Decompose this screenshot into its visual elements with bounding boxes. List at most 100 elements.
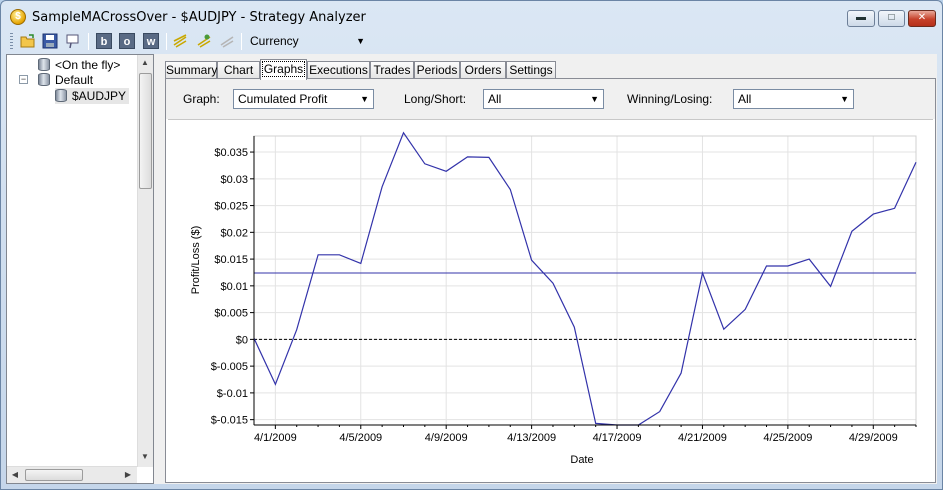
winning-losing-label: Winning/Losing: bbox=[627, 92, 713, 106]
x-tick-label: 4/25/2009 bbox=[763, 432, 812, 444]
o-button[interactable]: o bbox=[119, 33, 135, 49]
toolbar-separator bbox=[241, 33, 242, 50]
y-tick-label: $0.01 bbox=[220, 281, 248, 293]
y-tick-label: $0.025 bbox=[214, 201, 248, 213]
scroll-left-icon[interactable]: ◀ bbox=[8, 470, 22, 479]
winning-losing-dropdown[interactable]: All ▼ bbox=[733, 89, 854, 109]
cumulated-profit-chart: $-0.015 $-0.01 $-0.005 $0 $0.005 $0.01 $0.015 $… bbox=[168, 119, 933, 481]
chart-series bbox=[253, 131, 917, 426]
tab-trades[interactable]: Trades bbox=[370, 61, 414, 79]
y-tick-label: $0.035 bbox=[214, 147, 248, 159]
chevron-down-icon: ▼ bbox=[356, 36, 365, 46]
scroll-right-icon[interactable]: ▶ bbox=[121, 470, 135, 479]
scroll-thumb[interactable] bbox=[139, 73, 152, 189]
database-icon bbox=[55, 89, 67, 102]
tree-item-label: Default bbox=[55, 73, 94, 87]
y-tick-label: $-0.015 bbox=[211, 415, 248, 427]
toolbar-separator bbox=[88, 33, 89, 50]
window-title: SampleMACrossOver - $AUDJPY - Strategy A… bbox=[32, 10, 366, 25]
chevron-down-icon: ▼ bbox=[360, 94, 369, 104]
maximize-button[interactable]: □ bbox=[878, 10, 905, 27]
tab-periods[interactable]: Periods bbox=[414, 61, 460, 79]
backtest-icon[interactable] bbox=[196, 33, 212, 49]
tree-item-label: $AUDJPY bbox=[72, 89, 127, 103]
tab-executions[interactable]: Executions bbox=[307, 61, 370, 79]
reference-lines bbox=[254, 272, 916, 340]
x-tick-label: 4/13/2009 bbox=[507, 432, 556, 444]
tab-label: Executions bbox=[309, 63, 368, 77]
long-short-dropdown[interactable]: All ▼ bbox=[483, 89, 604, 109]
y-tick-label: $-0.005 bbox=[211, 361, 248, 373]
tab-chart[interactable]: Chart bbox=[217, 61, 260, 79]
tree-item-default[interactable]: Default bbox=[38, 72, 93, 88]
client-area: <On the fly> − Default $AUDJPY ▲ ▼ ◀ ▶ S… bbox=[6, 54, 937, 484]
y-tick-label: $0.015 bbox=[214, 254, 248, 266]
winning-losing-value: All bbox=[738, 92, 752, 106]
tab-label: Chart bbox=[223, 63, 254, 77]
long-short-label: Long/Short: bbox=[404, 92, 467, 106]
close-button[interactable]: ✕ bbox=[908, 10, 936, 27]
tree-vertical-scrollbar[interactable]: ▲ ▼ bbox=[137, 55, 153, 467]
tree-horizontal-scrollbar[interactable]: ◀ ▶ bbox=[7, 466, 137, 483]
x-tick-label: 4/29/2009 bbox=[849, 432, 898, 444]
y-tick-label: $0.03 bbox=[220, 174, 248, 186]
scroll-down-icon[interactable]: ▼ bbox=[138, 452, 152, 461]
currency-value: Currency bbox=[250, 34, 299, 48]
b-button[interactable]: b bbox=[96, 33, 112, 49]
y-tick-label: $0.005 bbox=[214, 308, 248, 320]
tree-item-on-the-fly[interactable]: <On the fly> bbox=[38, 57, 120, 73]
toolbar-separator bbox=[166, 33, 167, 50]
x-axis-title: Date bbox=[570, 454, 593, 466]
graph-label: Graph: bbox=[183, 92, 220, 106]
tab-settings[interactable]: Settings bbox=[506, 61, 556, 79]
tab-graphs[interactable]: Graphs bbox=[260, 59, 307, 80]
tree-item-audjpy[interactable]: $AUDJPY bbox=[55, 88, 130, 104]
chart-axes: $-0.015 $-0.01 $-0.005 $0 $0.005 $0.01 $0.015 $… bbox=[211, 136, 917, 444]
scroll-thumb[interactable] bbox=[25, 469, 83, 481]
tab-label: Settings bbox=[509, 63, 553, 77]
pin-icon[interactable] bbox=[65, 33, 81, 49]
tab-orders[interactable]: Orders bbox=[460, 61, 506, 79]
open-folder-icon[interactable] bbox=[20, 33, 36, 49]
tree-item-label: <On the fly> bbox=[55, 58, 121, 72]
tab-summary[interactable]: Summary bbox=[165, 61, 217, 79]
x-tick-label: 4/1/2009 bbox=[254, 432, 297, 444]
tab-label: Trades bbox=[373, 63, 411, 77]
database-icon bbox=[38, 73, 50, 86]
tab-label: Periods bbox=[416, 63, 458, 77]
w-button[interactable]: w bbox=[143, 33, 159, 49]
chart-svg: $-0.015 $-0.01 $-0.005 $0 $0.005 $0.01 $0.015 $… bbox=[190, 131, 917, 466]
optimize-icon[interactable] bbox=[172, 33, 188, 49]
toolbar-grip[interactable] bbox=[10, 33, 13, 49]
graph-filter-bar: Graph: Cumulated Profit ▼ Long/Short: Al… bbox=[166, 79, 935, 119]
x-tick-label: 4/17/2009 bbox=[593, 432, 642, 444]
minimize-button[interactable]: ▬ bbox=[847, 10, 875, 27]
long-short-value: All bbox=[488, 92, 502, 106]
chevron-down-icon: ▼ bbox=[840, 94, 849, 104]
walkforward-icon[interactable] bbox=[219, 33, 235, 49]
x-tick-label: 4/5/2009 bbox=[339, 432, 382, 444]
plot-frame bbox=[253, 135, 917, 426]
x-tick-label: 4/9/2009 bbox=[425, 432, 468, 444]
chevron-down-icon: ▼ bbox=[590, 94, 599, 104]
currency-dropdown[interactable]: Currency ▼ bbox=[245, 31, 370, 51]
save-icon[interactable] bbox=[42, 33, 58, 49]
tab-label: Summary bbox=[166, 63, 218, 77]
cumulated-profit-line bbox=[253, 131, 917, 426]
analyzer-panel: Summary Chart Graphs Executions Trades P… bbox=[160, 54, 937, 484]
database-icon bbox=[38, 58, 50, 71]
graph-type-dropdown[interactable]: Cumulated Profit ▼ bbox=[233, 89, 374, 109]
y-tick-label: $-0.01 bbox=[217, 388, 248, 400]
y-tick-label: $0 bbox=[236, 334, 248, 346]
collapse-toggle[interactable]: − bbox=[19, 75, 28, 84]
title-bar[interactable]: $ SampleMACrossOver - $AUDJPY - Strategy… bbox=[1, 1, 942, 31]
scroll-up-icon[interactable]: ▲ bbox=[138, 58, 152, 67]
graphs-tab-panel: Graph: Cumulated Profit ▼ Long/Short: Al… bbox=[165, 78, 936, 483]
tab-label: Graphs bbox=[261, 61, 306, 77]
tab-label: Orders bbox=[464, 63, 502, 77]
app-logo-icon: $ bbox=[10, 9, 26, 25]
instrument-tree: <On the fly> − Default $AUDJPY ▲ ▼ ◀ ▶ bbox=[6, 54, 154, 484]
strategy-analyzer-window: $ SampleMACrossOver - $AUDJPY - Strategy… bbox=[0, 0, 943, 490]
y-axis-title: Profit/Loss ($) bbox=[190, 226, 202, 294]
chart-grid bbox=[253, 135, 917, 426]
